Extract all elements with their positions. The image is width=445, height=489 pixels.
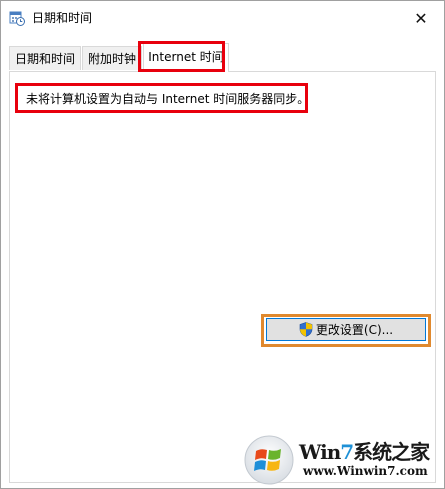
date-time-dialog: 日期和时间 ✕ 日期和时间 附加时钟 Internet 时间 <box>0 0 445 489</box>
sync-status-message: 未将计算机设置为自动与 Internet 时间服务器同步。 <box>26 92 310 106</box>
windows-logo-icon <box>244 435 294 485</box>
tab-strip: 日期和时间 附加时钟 Internet 时间 <box>9 43 439 72</box>
uac-shield-icon <box>299 322 313 337</box>
tab-panel-internet-time <box>9 71 436 483</box>
watermark-title: Win7系统之家 <box>299 440 430 464</box>
site-watermark: Win7系统之家 www.Winwin7.com <box>243 432 443 486</box>
title-bar[interactable]: 日期和时间 ✕ <box>1 1 444 35</box>
tab-date-and-time[interactable]: 日期和时间 <box>9 46 81 70</box>
close-button[interactable]: ✕ <box>398 1 444 35</box>
change-settings-button[interactable]: 更改设置(C)... <box>266 318 426 341</box>
watermark-url: www.Winwin7.com <box>303 464 428 478</box>
close-icon: ✕ <box>414 8 428 28</box>
tab-internet-time[interactable]: Internet 时间 <box>143 43 229 72</box>
window-title: 日期和时间 <box>32 11 93 25</box>
calendar-clock-icon <box>9 11 25 26</box>
change-settings-label: 更改设置(C)... <box>315 323 394 337</box>
tab-additional-clocks[interactable]: 附加时钟 <box>82 46 142 70</box>
